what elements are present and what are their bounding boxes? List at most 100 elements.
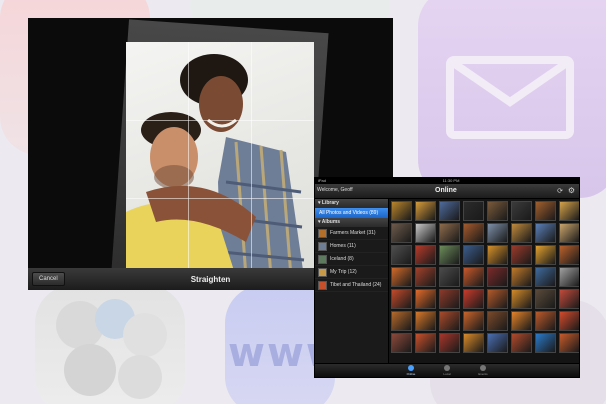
photo-thumbnail[interactable] [487, 289, 508, 309]
photo-thumbnail[interactable] [559, 245, 579, 265]
sidebar-item-album[interactable]: My Trip (12) [315, 266, 388, 279]
album-label: My Trip (12) [330, 269, 357, 275]
tab-icon [480, 365, 486, 371]
albums-header: ▾ Albums [315, 218, 388, 227]
album-label: Homes (11) [330, 243, 356, 249]
photo-thumbnail[interactable] [439, 223, 460, 243]
photo-thumbnail[interactable] [559, 201, 579, 221]
photo-thumbnail[interactable] [439, 289, 460, 309]
tab-icon [444, 365, 450, 371]
sidebar-item-album[interactable]: Homes (11) [315, 240, 388, 253]
sidebar-item-album[interactable]: Farmers Market (31) [315, 227, 388, 240]
photo-thumbnail[interactable] [415, 223, 436, 243]
photo-thumbnail[interactable] [463, 223, 484, 243]
photo-thumbnail[interactable] [439, 245, 460, 265]
photo-thumbnail[interactable] [487, 311, 508, 331]
photo-thumbnail[interactable] [535, 289, 556, 309]
sidebar-item-all-photos[interactable]: All Photos and Videos (89) [315, 208, 388, 218]
photo-thumbnail[interactable] [559, 267, 579, 287]
page-title: Online [435, 187, 457, 194]
album-label: Iceland (8) [330, 256, 354, 262]
photo-thumbnail[interactable] [535, 311, 556, 331]
photo-thumbnail[interactable] [391, 223, 412, 243]
album-label: Farmers Market (31) [330, 230, 376, 236]
album-list: Farmers Market (31) Homes (11) Iceland (8)… [315, 227, 388, 292]
photo-thumbnail[interactable] [559, 223, 579, 243]
couple-photo [126, 54, 305, 277]
gallery-window: iPad 11:30 PM Welcome, Geoff Online ⟳ ⚙ … [314, 177, 580, 378]
photo-thumbnail[interactable] [415, 245, 436, 265]
cancel-button[interactable]: Cancel [32, 272, 65, 286]
tab-events[interactable]: Events [473, 365, 493, 377]
photo-thumbnail[interactable] [415, 333, 436, 353]
photo-thumbnail[interactable] [415, 201, 436, 221]
photo-thumbnail[interactable] [487, 267, 508, 287]
refresh-icon[interactable]: ⟳ [557, 187, 563, 195]
photo-thumbnail[interactable] [463, 267, 484, 287]
photo-thumbnail[interactable] [511, 245, 532, 265]
tab-label: Online [406, 372, 416, 376]
photo-thumbnail[interactable] [511, 333, 532, 353]
photo-thumbnail[interactable] [559, 333, 579, 353]
sidebar: ▾ Library All Photos and Videos (89) ▾ A… [315, 199, 389, 363]
orbs-icon [56, 299, 167, 399]
sidebar-item-album[interactable]: Tibet and Thailand (24) [315, 279, 388, 292]
photo-thumbnail[interactable] [511, 201, 532, 221]
welcome-label: Welcome, Geoff [317, 187, 353, 193]
album-thumbnail [318, 280, 327, 290]
photo-thumbnail[interactable] [535, 333, 556, 353]
photo-thumbnail[interactable] [391, 245, 412, 265]
grid-line [251, 42, 252, 277]
nav-bar: Welcome, Geoff Online ⟳ ⚙ [315, 184, 579, 199]
photo-thumbnail[interactable] [487, 223, 508, 243]
photo-thumbnail[interactable] [487, 201, 508, 221]
photo-thumbnail[interactable] [463, 201, 484, 221]
library-header: ▾ Library [315, 199, 388, 208]
album-label: Tibet and Thailand (24) [330, 282, 382, 288]
toolbar-title: Straighten [190, 274, 231, 284]
photo-thumbnail[interactable] [535, 267, 556, 287]
photo-thumbnail[interactable] [391, 267, 412, 287]
photo-thumbnail[interactable] [511, 223, 532, 243]
photo-thumbnail[interactable] [439, 201, 460, 221]
photo-thumbnail[interactable] [439, 267, 460, 287]
gear-icon[interactable]: ⚙ [568, 186, 575, 195]
photo-thumbnail[interactable] [463, 245, 484, 265]
photo-thumbnail[interactable] [535, 245, 556, 265]
grid-line [126, 120, 314, 121]
photo-thumbnail[interactable] [391, 201, 412, 221]
album-thumbnail [318, 228, 327, 238]
photo-thumbnail[interactable] [511, 311, 532, 331]
photo-thumbnail[interactable] [487, 245, 508, 265]
photo-thumbnail[interactable] [391, 333, 412, 353]
photo-thumbnail[interactable] [463, 311, 484, 331]
tab-icon [408, 365, 414, 371]
sidebar-item-album[interactable]: Iceland (8) [315, 253, 388, 266]
photo-thumbnail[interactable] [535, 223, 556, 243]
tab-local[interactable]: Local [437, 365, 457, 377]
photo-thumbnail[interactable] [487, 333, 508, 353]
photo-thumbnail[interactable] [415, 267, 436, 287]
photo-thumbnail[interactable] [415, 289, 436, 309]
photo-thumbnail[interactable] [415, 311, 436, 331]
tab-label: Events [478, 372, 488, 376]
album-thumbnail [318, 267, 327, 277]
mail-icon [446, 56, 574, 139]
photo-thumbnail[interactable] [559, 289, 579, 309]
photo-thumbnail[interactable] [391, 311, 412, 331]
photo-thumbnail[interactable] [511, 289, 532, 309]
photo-thumbnail[interactable] [391, 289, 412, 309]
photo-thumbnail[interactable] [559, 311, 579, 331]
photo-thumbnail[interactable] [463, 333, 484, 353]
photo-thumbnail[interactable] [439, 333, 460, 353]
photo-canvas[interactable] [126, 42, 314, 277]
photo-thumbnail[interactable] [439, 311, 460, 331]
tab-online[interactable]: Online [401, 365, 421, 377]
photo-thumbnail[interactable] [535, 201, 556, 221]
tab-label: Local [443, 372, 451, 376]
grid-line [126, 198, 314, 199]
album-thumbnail [318, 254, 327, 264]
photo-thumbnail[interactable] [511, 267, 532, 287]
photo-thumbnail[interactable] [463, 289, 484, 309]
grid-line [188, 42, 189, 277]
